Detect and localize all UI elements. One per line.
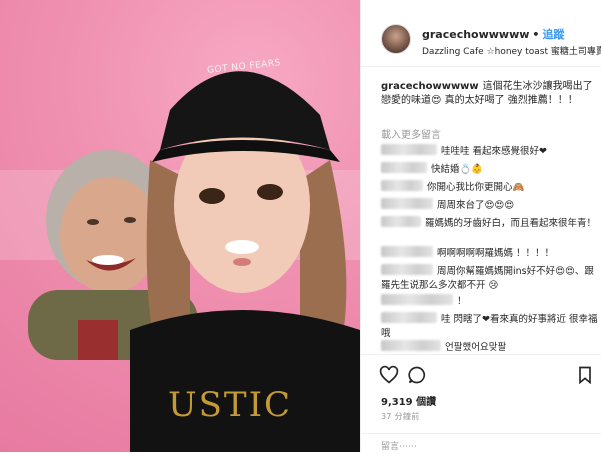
blurred-username	[381, 264, 433, 275]
comment-item: ！	[381, 294, 599, 309]
header-separator: •	[532, 28, 540, 41]
post-actions: 9,319 個讚 37 分鐘前 留言⋯⋯	[361, 354, 601, 453]
comment-text: 羅媽媽的牙齒好白，而且看起來很年青！	[425, 218, 597, 229]
instagram-post: GOT NO FEARS USTIC gracechowwwww • 追蹤 Dazz…	[0, 0, 601, 452]
post-time: 37 分鐘前	[381, 412, 420, 421]
post-sidebar: gracechowwwww • 追蹤 Dazzling Cafe ☆honey to…	[360, 0, 601, 452]
post-photo[interactable]: GOT NO FEARS USTIC	[0, 0, 360, 452]
comment-text: ！	[457, 296, 467, 307]
heart-icon[interactable]	[379, 365, 399, 385]
follow-button[interactable]: 追蹤	[542, 28, 564, 41]
blurred-username	[381, 246, 433, 257]
blurred-username	[381, 216, 421, 227]
blurred-username	[381, 180, 423, 191]
comment-item: 羅媽媽的牙齒好白，而且看起來很年青！	[381, 216, 599, 231]
comment-item: 周周你幫羅媽媽開ins好不好😍😍、跟羅先生说那么多次都不开 😢	[381, 264, 599, 293]
comment-text: 哇哇哇 看起來感覺很好❤	[441, 146, 547, 157]
location-link[interactable]: Dazzling Cafe ☆honey toast 蜜糖土司專賣...	[422, 44, 601, 57]
blurred-username	[381, 198, 433, 209]
comment-item: 언팔했어요맞팔	[381, 340, 599, 354]
blurred-username	[381, 340, 441, 351]
post-header: gracechowwwww • 追蹤 Dazzling Cafe ☆honey to…	[361, 0, 601, 67]
comment-text: 快結婚💍👶	[431, 164, 484, 175]
add-comment-bar[interactable]: 留言⋯⋯	[361, 433, 601, 454]
blurred-username	[381, 312, 437, 323]
comment-text: 언팔했어요맞팔	[445, 342, 507, 353]
comment-item: 啊啊啊啊啊羅媽媽 ！！！！	[381, 246, 599, 261]
header-username[interactable]: gracechowwwww	[422, 28, 529, 41]
comment-item: 你開心我比你更開心🙈	[381, 180, 599, 195]
comment-item: 哇哇哇 看起來感覺很好❤	[381, 144, 599, 159]
like-count[interactable]: 9,319 個讚	[381, 393, 436, 408]
avatar[interactable]	[381, 24, 411, 54]
blurred-username	[381, 144, 437, 155]
bookmark-icon[interactable]	[575, 365, 595, 385]
comment-item: 快結婚💍👶	[381, 162, 599, 177]
comments-section: gracechowwwww 這個花生冰沙讓我喝出了戀愛的味道😍 真的太好喝了 強烈…	[361, 66, 601, 354]
comment-text: 啊啊啊啊啊羅媽媽 ！！！！	[437, 248, 555, 259]
caption-username[interactable]: gracechowwwww	[381, 81, 479, 92]
comment-text: 你開心我比你更開心🙈	[427, 182, 525, 193]
shirt-text: USTIC	[167, 385, 293, 425]
comment-icon[interactable]	[407, 365, 427, 385]
load-more-comments-button[interactable]: 載入更多留言	[381, 126, 441, 141]
comment-item: 周周來台了😍😍😍	[381, 198, 599, 213]
blurred-username	[381, 294, 453, 305]
caption: gracechowwwww 這個花生冰沙讓我喝出了戀愛的味道😍 真的太好喝了 強烈…	[381, 80, 596, 108]
header-user-line: gracechowwwww • 追蹤	[422, 26, 564, 42]
blurred-username	[381, 162, 427, 173]
comment-text: 周周來台了😍😍😍	[437, 200, 515, 211]
add-comment-input[interactable]: 留言⋯⋯	[381, 439, 417, 452]
comment-item: 哇 閃瞎了❤看來真的好事將近 很幸福哦	[381, 312, 599, 341]
